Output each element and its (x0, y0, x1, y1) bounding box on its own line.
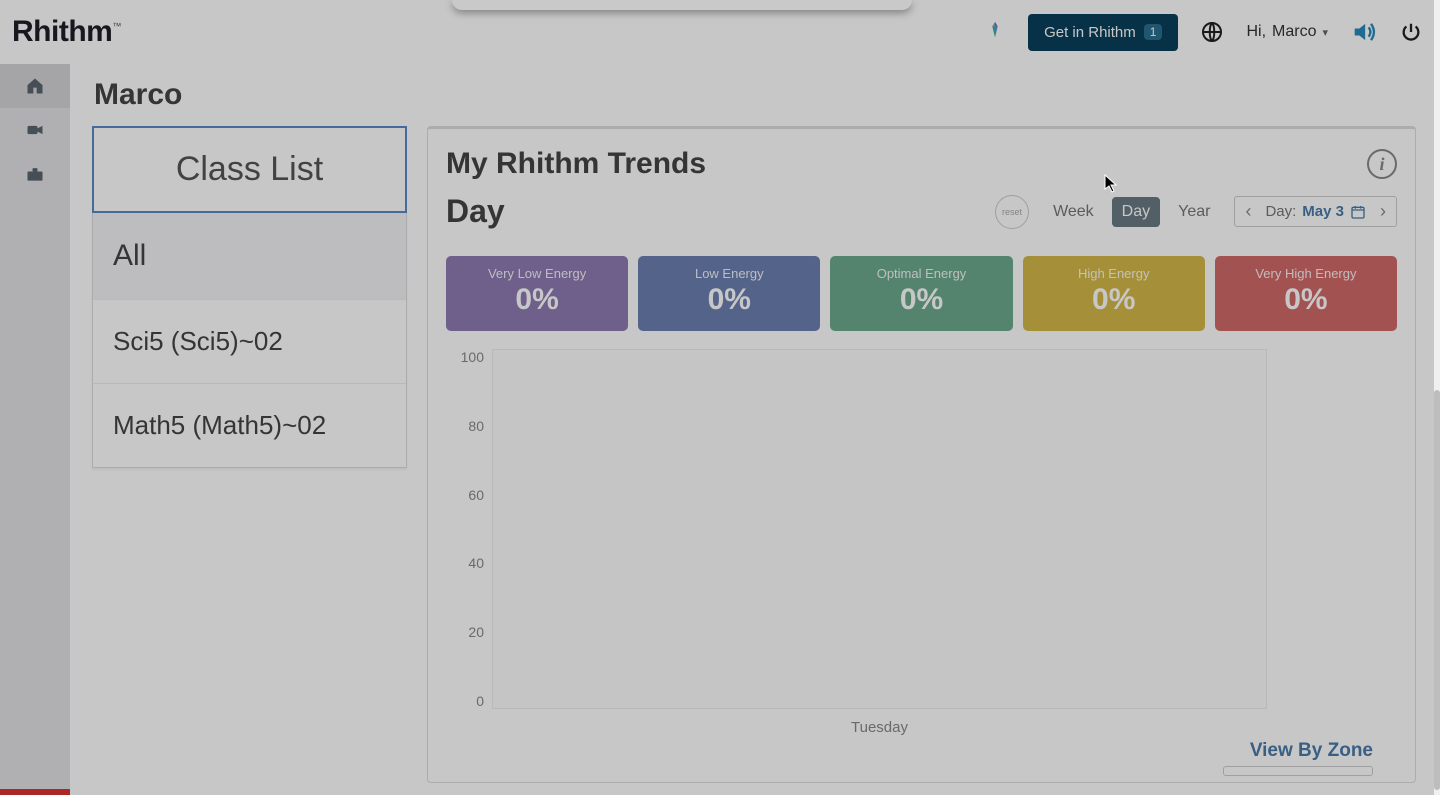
class-list-card: Class List All Sci5 (Sci5)~02 Math5 (Mat… (92, 126, 407, 783)
period-row: Day reset Week Day Year ‹ Day: May (446, 193, 1397, 238)
power-icon[interactable] (1400, 21, 1422, 43)
chevron-down-icon: ▾ (1322, 26, 1328, 39)
ec-value: 0% (454, 283, 620, 317)
energy-card-optimal[interactable]: Optimal Energy 0% (830, 256, 1012, 331)
get-in-rhithm-button[interactable]: Get in Rhithm 1 (1028, 14, 1178, 51)
class-item-all[interactable]: All (93, 213, 406, 300)
sidebar-item-home[interactable] (0, 64, 70, 108)
ytick: 100 (461, 349, 484, 365)
get-in-label: Get in Rhithm (1044, 24, 1136, 41)
ec-value: 0% (1031, 283, 1197, 317)
date-next-icon[interactable]: › (1376, 201, 1390, 222)
ytick: 0 (476, 693, 484, 709)
class-item-math5[interactable]: Math5 (Math5)~02 (93, 384, 406, 467)
period-controls: reset Week Day Year ‹ Day: May 3 (995, 195, 1397, 229)
tab-week[interactable]: Week (1043, 197, 1104, 227)
logo[interactable]: Rhithm ™ (12, 15, 121, 49)
date-label: Day: (1265, 203, 1296, 220)
chart-plot-area[interactable] (492, 349, 1267, 709)
tab-year[interactable]: Year (1168, 197, 1220, 227)
ec-value: 0% (1223, 283, 1389, 317)
ec-label: High Energy (1031, 266, 1197, 281)
ytick: 20 (468, 624, 484, 640)
date-prev-icon[interactable]: ‹ (1241, 201, 1255, 222)
globe-icon[interactable] (1200, 20, 1224, 44)
scrollbar-track[interactable] (1434, 0, 1440, 795)
page-title: Marco (70, 64, 1440, 126)
get-in-badge: 1 (1144, 24, 1163, 40)
header-right: Get in Rhithm 1 Hi, Marco ▾ (984, 14, 1422, 51)
period-label: Day (446, 193, 505, 230)
main-content: Marco Class List All Sci5 (Sci5)~02 Math… (70, 64, 1440, 795)
ec-label: Low Energy (646, 266, 812, 281)
trends-title: My Rhithm Trends (446, 147, 706, 181)
energy-cards: Very Low Energy 0% Low Energy 0% Optimal… (446, 256, 1397, 331)
top-banner-shadow (452, 0, 912, 10)
trends-panel: My Rhithm Trends i Day reset Week Day Ye… (427, 126, 1416, 783)
chart-wrap: 100 80 60 40 20 0 (446, 349, 1397, 709)
class-item-sci5[interactable]: Sci5 (Sci5)~02 (93, 300, 406, 384)
ytick: 60 (468, 487, 484, 503)
main-layout: Marco Class List All Sci5 (Sci5)~02 Math… (0, 64, 1440, 795)
ec-value: 0% (646, 283, 812, 317)
user-name: Marco (1272, 23, 1316, 41)
view-by-zone: View By Zone (1223, 740, 1373, 776)
calendar-icon (1350, 204, 1366, 220)
content-row: Class List All Sci5 (Sci5)~02 Math5 (Mat… (70, 126, 1440, 783)
logo-tm: ™ (112, 21, 121, 31)
sidebar-item-video[interactable] (0, 108, 70, 152)
info-icon[interactable]: i (1367, 149, 1397, 179)
energy-card-low[interactable]: Low Energy 0% (638, 256, 820, 331)
period-tabs: Week Day Year (1043, 197, 1220, 227)
user-menu[interactable]: Hi, Marco ▾ (1246, 23, 1328, 41)
chart-y-axis: 100 80 60 40 20 0 (446, 349, 492, 709)
tab-day[interactable]: Day (1112, 197, 1160, 227)
class-list-title: Class List (92, 126, 407, 213)
zone-selector[interactable] (1223, 766, 1373, 776)
sidebar-item-toolbox[interactable] (0, 152, 70, 196)
view-by-zone-link[interactable]: View By Zone (1223, 740, 1373, 762)
ec-label: Very High Energy (1223, 266, 1389, 281)
ytick: 40 (468, 555, 484, 571)
reset-icon[interactable]: reset (995, 195, 1029, 229)
date-value: May 3 (1302, 203, 1344, 220)
trends-header: My Rhithm Trends i (446, 147, 1397, 181)
sound-icon[interactable] (1350, 18, 1378, 46)
ec-value: 0% (838, 283, 1004, 317)
energy-card-very-high[interactable]: Very High Energy 0% (1215, 256, 1397, 331)
energy-card-very-low[interactable]: Very Low Energy 0% (446, 256, 628, 331)
sidebar (0, 64, 70, 795)
x-axis-label: Tuesday (492, 719, 1267, 736)
ec-label: Optimal Energy (838, 266, 1004, 281)
ytick: 80 (468, 418, 484, 434)
logo-text: Rhithm (12, 15, 112, 49)
class-list-items: All Sci5 (Sci5)~02 Math5 (Math5)~02 (92, 213, 407, 468)
user-prefix: Hi, (1246, 23, 1266, 41)
scrollbar-thumb[interactable] (1434, 390, 1440, 790)
ec-label: Very Low Energy (454, 266, 620, 281)
diamond-icon[interactable] (984, 19, 1006, 46)
date-center: Day: May 3 (1265, 203, 1366, 220)
energy-card-high[interactable]: High Energy 0% (1023, 256, 1205, 331)
date-picker[interactable]: ‹ Day: May 3 › (1234, 196, 1397, 227)
sidebar-accent (0, 789, 70, 795)
